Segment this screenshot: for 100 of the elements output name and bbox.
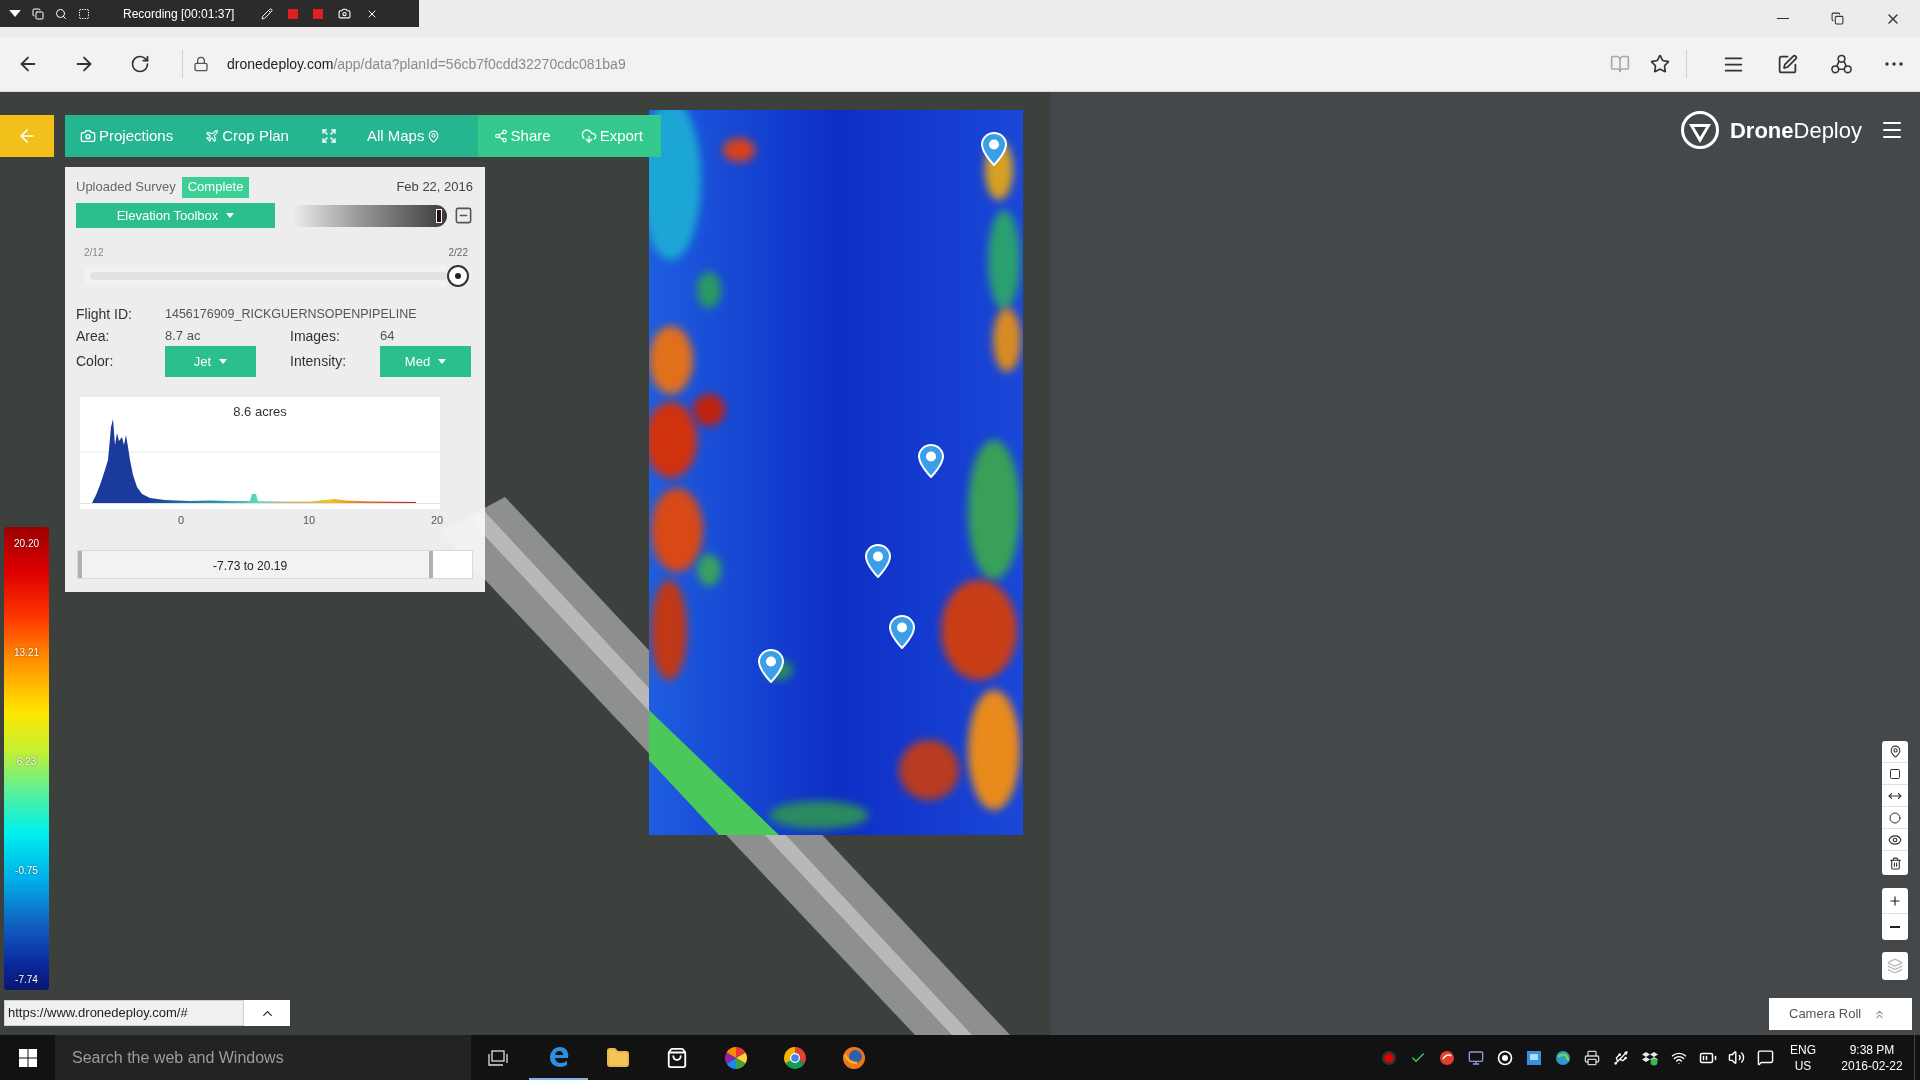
- usb-drive-icon[interactable]: [1612, 1049, 1629, 1066]
- color-dropdown[interactable]: Jet: [165, 346, 256, 377]
- browser-icon: [782, 1045, 807, 1070]
- camera-roll-notification[interactable]: Camera Roll: [1769, 998, 1912, 1030]
- histogram-title: 8.6 acres: [233, 403, 287, 421]
- plus-icon: [1888, 893, 1902, 908]
- printer-icon[interactable]: [1583, 1049, 1600, 1066]
- range-slider[interactable]: -7.73 to 20.19: [77, 550, 473, 579]
- all-maps-button[interactable]: All Maps: [352, 115, 455, 157]
- camera-icon: [80, 128, 96, 144]
- scale-label: -7.74: [15, 974, 38, 986]
- lock-icon: [193, 56, 209, 72]
- caret-icon: [438, 359, 447, 364]
- timeline-start-label: 2/12: [84, 246, 104, 260]
- plane-icon: [205, 129, 220, 143]
- intensity-dropdown[interactable]: Med: [380, 346, 471, 377]
- export-button[interactable]: Export: [560, 115, 655, 157]
- star-icon: [1650, 54, 1670, 74]
- intensity-label: Intensity:: [290, 352, 348, 371]
- camera-icon[interactable]: [338, 7, 352, 20]
- app-icon[interactable]: [1438, 1049, 1455, 1066]
- recording-status: Recording [00:01:37]: [123, 5, 235, 23]
- range-label: -7.73 to 20.19: [213, 558, 288, 575]
- opacity-handle[interactable]: [436, 208, 443, 223]
- pencil-icon[interactable]: [261, 7, 274, 20]
- survey-source: Uploaded Survey: [76, 178, 176, 197]
- map-pin-icon[interactable]: [888, 615, 916, 649]
- minimize-icon: [1776, 18, 1789, 19]
- images-value: 64: [380, 327, 395, 346]
- status-badge: Complete: [181, 176, 250, 198]
- map-pin-icon[interactable]: [864, 544, 892, 578]
- pinwheel-icon: [723, 1045, 748, 1070]
- share-button[interactable]: Share: [483, 115, 561, 157]
- map-pin-icon[interactable]: [917, 444, 945, 478]
- speaker-icon[interactable]: [1728, 1049, 1745, 1066]
- scale-label: 6.23: [16, 756, 37, 768]
- elevation-toolbox-dropdown[interactable]: Elevation Toolbox: [76, 203, 275, 228]
- axis-tick-label: 10: [302, 513, 316, 527]
- scale-label: 20.20: [14, 538, 39, 550]
- collapse-icon[interactable]: [454, 206, 473, 225]
- square-icon: [1889, 767, 1901, 780]
- status-url: https://www.dronedeploy.com/#: [4, 1000, 244, 1026]
- scale-label: -0.75: [15, 865, 38, 877]
- timeline-handle[interactable]: [447, 265, 469, 287]
- clock-button[interactable]: 9:38 PM 2016-02-22: [1830, 1035, 1914, 1080]
- projections-button[interactable]: Projections: [65, 115, 190, 157]
- logo-icon: [1679, 110, 1720, 150]
- logo-wordmark: DroneDeploy: [1729, 116, 1862, 145]
- restore-icon: [1831, 12, 1844, 25]
- axis-tick-label: 0: [177, 513, 185, 527]
- minus-icon: [1890, 926, 1900, 928]
- map-pin-icon[interactable]: [757, 649, 785, 683]
- square-icon[interactable]: [313, 8, 324, 19]
- task-view-icon: [488, 1049, 508, 1066]
- trash-icon: [1888, 856, 1902, 870]
- axis-tick-label: 20: [430, 513, 444, 527]
- globe-icon[interactable]: [1554, 1049, 1571, 1066]
- flight-id-label: Flight ID:: [76, 304, 133, 324]
- refresh-icon: [130, 54, 150, 74]
- boxes-icon[interactable]: [1641, 1049, 1658, 1066]
- search-icon[interactable]: [55, 7, 67, 20]
- circle-icon: [1889, 811, 1901, 824]
- copy-icon[interactable]: [32, 7, 44, 20]
- flight-id-value: 1456176909_RICKGUERNSOPENPIPELINE: [165, 305, 417, 323]
- heat-patch: [697, 272, 721, 308]
- timeline-slider[interactable]: [84, 265, 447, 287]
- input-language-button[interactable]: ENG US: [1780, 1035, 1826, 1080]
- share-icon: [493, 129, 508, 143]
- scale-label: 13.21: [14, 647, 39, 659]
- ring-icon[interactable]: [1496, 1049, 1513, 1066]
- monitor-icon[interactable]: [1467, 1049, 1484, 1066]
- app-window-icon[interactable]: [1525, 1049, 1542, 1066]
- selection-icon[interactable]: [78, 7, 90, 20]
- shopping-bag-icon: [665, 1046, 688, 1069]
- pen-icon: [1776, 53, 1798, 75]
- record-icon[interactable]: [1380, 1049, 1397, 1066]
- map-pin-icon[interactable]: [980, 132, 1008, 166]
- opacity-slider[interactable]: [289, 204, 447, 227]
- map-pin-icon: [427, 129, 441, 143]
- layers-icon: [1887, 958, 1903, 974]
- square-icon[interactable]: [288, 8, 299, 19]
- heat-patch: [899, 740, 959, 800]
- crop-plan-button[interactable]: Crop Plan: [189, 115, 305, 157]
- timeline-end-label: 2/22: [448, 246, 468, 260]
- share-icon: [1830, 53, 1852, 75]
- area-label: Area:: [76, 326, 111, 346]
- globe-icon: [841, 1045, 866, 1070]
- book-icon: [1610, 54, 1630, 74]
- expand-icon: [320, 128, 337, 144]
- more-icon: [1885, 62, 1903, 66]
- map-pin-icon: [1888, 745, 1902, 758]
- caret-icon[interactable]: [9, 10, 21, 17]
- search-field[interactable]: Search the web and Windows: [55, 1035, 471, 1080]
- color-label: Color:: [76, 352, 115, 371]
- caret-icon: [219, 359, 228, 364]
- eye-icon: [1888, 832, 1902, 847]
- caret-icon: [226, 213, 235, 218]
- message-icon[interactable]: [1757, 1049, 1774, 1066]
- survey-date: Feb 22, 2016: [396, 178, 473, 197]
- folder-icon: [605, 1045, 630, 1070]
